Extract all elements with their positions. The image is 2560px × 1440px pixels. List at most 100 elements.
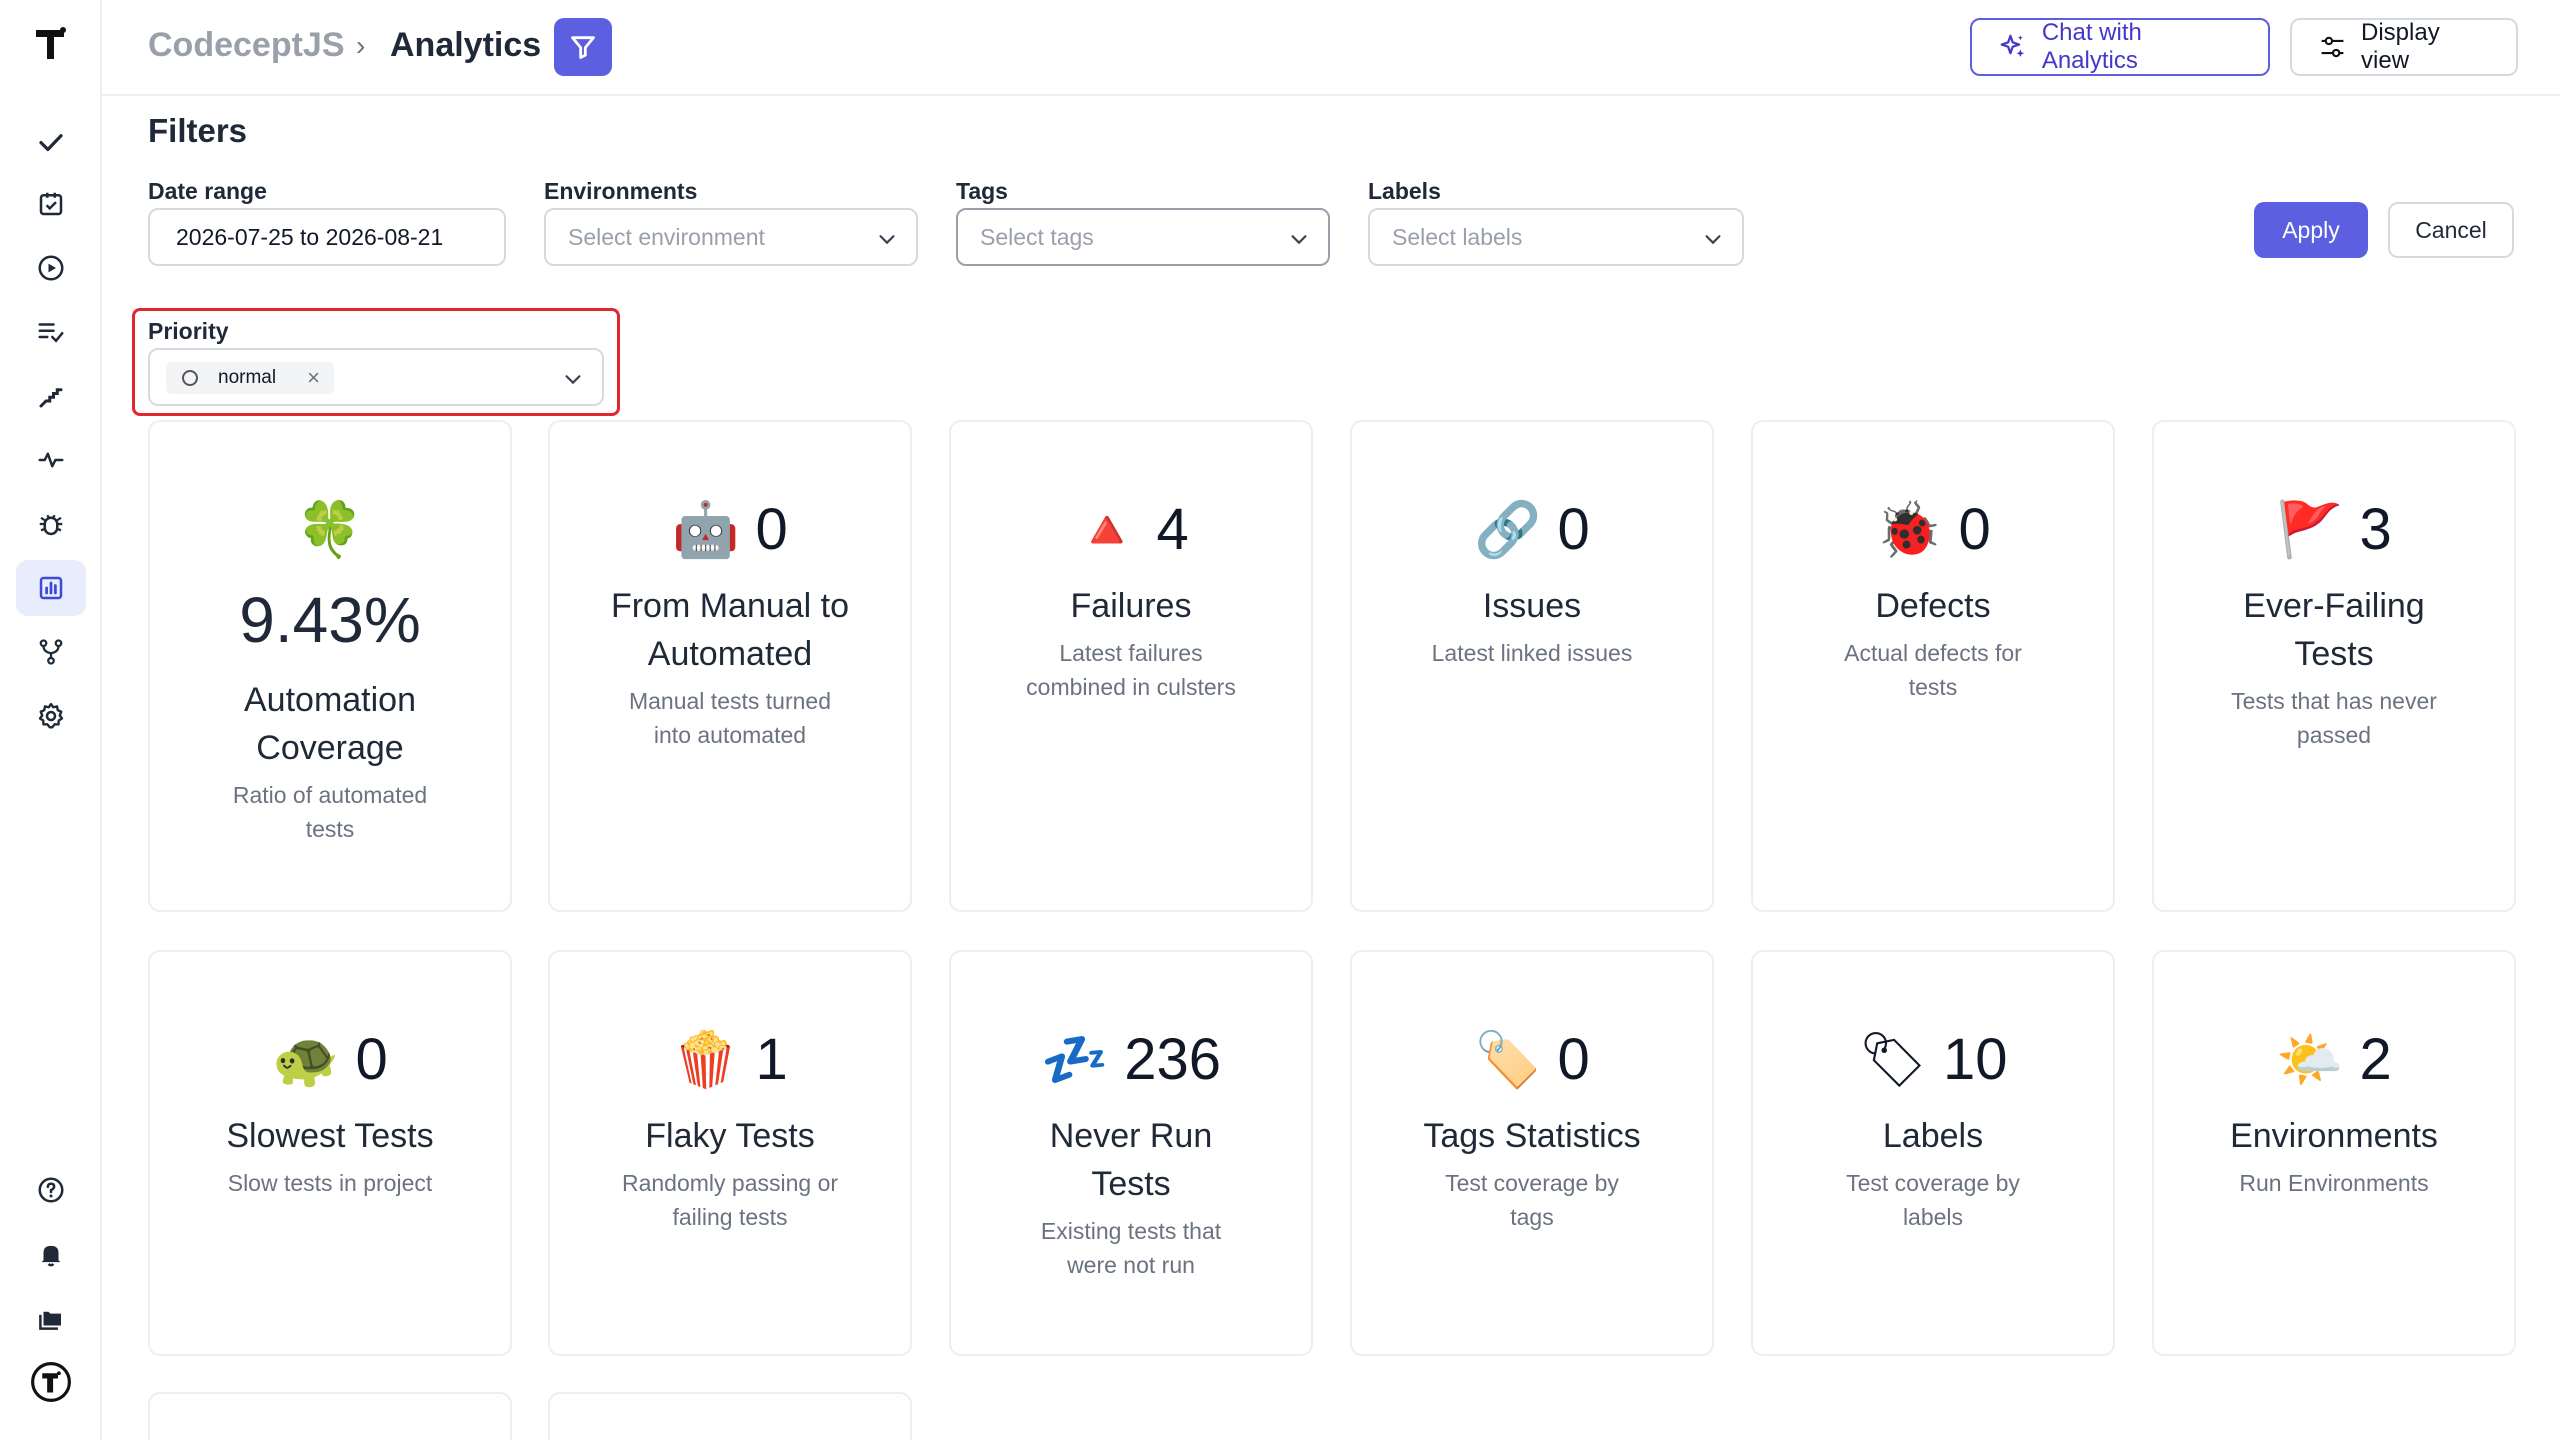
priority-chip-label: normal (218, 367, 277, 388)
card-labels[interactable]: 🏷 10 Labels Test coverage by labels (1751, 950, 2115, 1356)
nav-projects[interactable] (16, 1290, 86, 1346)
card-title: Failures (1070, 587, 1192, 625)
nav-settings[interactable] (16, 688, 86, 744)
play-circle-icon (38, 255, 64, 281)
chat-button-label: Chat with Analytics (2041, 19, 2142, 74)
card-desc: Run Environments (2239, 1170, 2429, 1196)
metric-row: 🚩 3 (2154, 498, 2514, 562)
card-environments[interactable]: 🌤️ 2 Environments Run Environments (2152, 950, 2516, 1356)
card-flaky-tests[interactable]: 🍿 1 Flaky Tests Randomly passing or faili… (548, 950, 912, 1356)
labels-select[interactable]: Select labels (1368, 208, 1744, 266)
card-title: Automation Coverage (244, 681, 416, 767)
turtle-icon: 🐢 (272, 1030, 340, 1090)
nav-steps[interactable] (16, 368, 86, 424)
chip-remove-icon[interactable]: × (307, 365, 320, 391)
nav-user[interactable] (16, 1354, 86, 1410)
display-view-button[interactable]: Display view (2290, 18, 2518, 76)
card-partial[interactable] (548, 1392, 912, 1440)
card-desc: Tests that has never passed (2231, 688, 2437, 748)
nav-notifications[interactable] (16, 1226, 86, 1282)
tags-label: Tags (956, 178, 1008, 204)
filter-toggle-button[interactable] (554, 18, 612, 76)
robot-icon: 🤖 (672, 500, 740, 560)
card-automation-coverage[interactable]: 🍀 9.43% Automation Coverage Ratio of aut… (148, 420, 512, 912)
nav-plans[interactable] (16, 304, 86, 360)
red-triangle-icon: 🔺 (1073, 500, 1141, 560)
card-value: 2 (2359, 1027, 2392, 1092)
cancel-button[interactable]: Cancel (2388, 202, 2514, 258)
nav-help[interactable] (16, 1162, 86, 1218)
date-range-input[interactable]: 2026-07-25 to 2026-08-21 (148, 208, 506, 266)
metric-row: 🔺 4 (951, 498, 1311, 562)
chevron-down-icon (1291, 235, 1307, 245)
card-title: Defects (1875, 587, 1991, 625)
chevron-down-icon (565, 375, 581, 385)
metric-row: 🏷️ 0 (1352, 1028, 1712, 1092)
card-partial[interactable] (148, 1392, 512, 1440)
labels-placeholder: Select labels (1392, 223, 1523, 250)
tags-select[interactable]: Select tags (956, 208, 1330, 266)
check-icon (39, 134, 63, 152)
clipboard-check-icon (39, 192, 63, 216)
card-manual-to-automated[interactable]: 🤖 0 From Manual to Automated Manual tests… (548, 420, 912, 912)
nav-tests[interactable] (16, 114, 86, 170)
labels-label: Labels (1368, 178, 1441, 204)
popcorn-icon: 🍿 (672, 1030, 740, 1090)
metric-row: 🏷 10 (1753, 1028, 2113, 1092)
card-title: Tags Statistics (1423, 1117, 1641, 1155)
clover-icon: 🍀 (296, 500, 364, 560)
card-tags-statistics[interactable]: 🏷️ 0 Tags Statistics Test coverage by tag… (1350, 950, 1714, 1356)
card-slowest-tests[interactable]: 🐢 0 Slowest Tests Slow tests in project (148, 950, 512, 1356)
top-header: CodeceptJS › Analytics Chat with Analyti… (102, 0, 2560, 96)
nav-pulse[interactable] (16, 432, 86, 488)
card-value: 0 (1958, 497, 1991, 562)
priority-label: Priority (148, 318, 229, 344)
list-check-icon (38, 323, 64, 343)
card-desc: Slow tests in project (227, 1170, 433, 1196)
chevron-down-icon (1705, 235, 1721, 245)
testomat-logo-icon[interactable] (34, 26, 68, 62)
card-title: Slowest Tests (226, 1117, 434, 1155)
nav-analytics[interactable] (16, 560, 86, 616)
card-value: 10 (1943, 1027, 2008, 1092)
card-title: Environments (2230, 1117, 2438, 1155)
sliders-icon (2321, 36, 2344, 58)
card-desc: Test coverage by labels (1846, 1170, 2020, 1230)
card-title: Flaky Tests (645, 1117, 815, 1155)
card-desc: Latest linked issues (1431, 640, 1633, 666)
card-desc: Existing tests that were not run (1040, 1218, 1222, 1278)
card-never-run-tests[interactable]: 💤 236 Never Run Tests Existing tests that… (949, 950, 1313, 1356)
environments-select[interactable]: Select environment (544, 208, 918, 266)
steps-icon (39, 388, 63, 408)
filters-heading: Filters (148, 112, 248, 149)
nav-branches[interactable] (16, 624, 86, 680)
metric-row: 🍀 (150, 498, 510, 562)
pulse-icon (38, 452, 64, 468)
chat-with-analytics-button[interactable]: Chat with Analytics (1970, 18, 2270, 76)
priority-chip: normal × (166, 362, 334, 394)
git-fork-icon (39, 639, 63, 665)
breadcrumb-project[interactable]: CodeceptJS (148, 26, 345, 65)
funnel-icon (571, 36, 595, 59)
card-value: 3 (2359, 497, 2392, 562)
card-value: 9.43% (239, 584, 421, 656)
nav-requirements[interactable] (16, 176, 86, 232)
nav-runs[interactable] (16, 240, 86, 296)
red-flag-icon: 🚩 (2276, 500, 2344, 560)
card-value: 0 (1557, 497, 1590, 562)
nav-defects[interactable] (16, 496, 86, 552)
card-defects[interactable]: 🐞 0 Defects Actual defects for tests (1751, 420, 2115, 912)
page-title: Analytics (390, 26, 542, 64)
card-failures[interactable]: 🔺 4 Failures Latest failures combined in … (949, 420, 1313, 912)
user-avatar-icon (31, 1362, 71, 1402)
chevron-down-icon (879, 235, 895, 245)
folders-icon (39, 1311, 61, 1330)
display-button-label: Display view (2361, 19, 2440, 74)
card-ever-failing-tests[interactable]: 🚩 3 Ever-Failing Tests Tests that has nev… (2152, 420, 2516, 912)
card-title: Labels (1882, 1117, 1984, 1155)
card-desc: Manual tests turned into automated (628, 688, 831, 748)
breadcrumb-separator: › (356, 30, 366, 61)
card-issues[interactable]: 🔗 0 Issues Latest linked issues (1350, 420, 1714, 912)
zzz-icon: 💤 (1040, 1030, 1109, 1090)
apply-button[interactable]: Apply (2254, 202, 2368, 258)
